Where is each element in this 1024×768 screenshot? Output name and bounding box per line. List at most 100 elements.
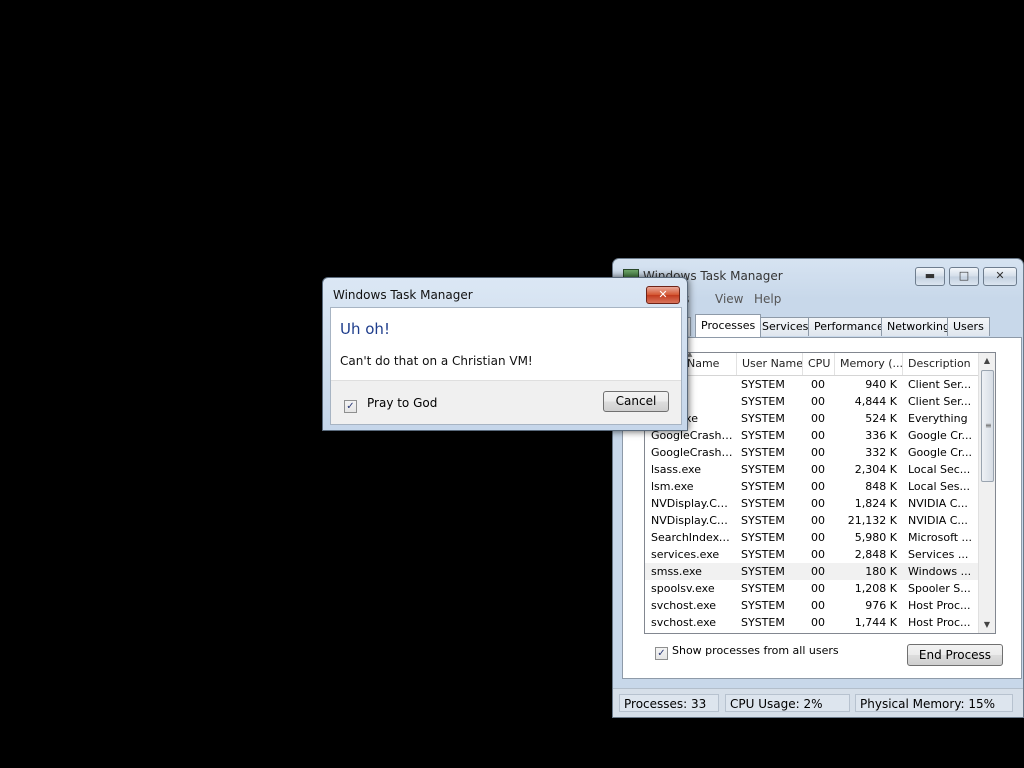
table-row[interactable]: exeSYSTEM004,844 KClient Ser... — [645, 393, 979, 410]
cell-desc: NVIDIA C... — [908, 497, 968, 510]
tab-performance[interactable]: Performance — [808, 317, 890, 336]
cell-image: services.exe — [651, 548, 720, 561]
cell-desc: Everything — [908, 412, 968, 425]
cell-user: SYSTEM — [741, 548, 785, 561]
cell-mem: 332 K — [865, 446, 897, 459]
pray-to-god-checkbox[interactable]: ✓ Pray to God — [344, 396, 437, 413]
cell-image: SearchIndexe... — [651, 531, 733, 544]
cell-user: SYSTEM — [741, 514, 785, 527]
cell-user: SYSTEM — [741, 378, 785, 391]
maximize-icon: □ — [958, 269, 970, 282]
cell-desc: Spooler S... — [908, 582, 971, 595]
cell-image: NVDisplay.Co... — [651, 514, 733, 527]
cell-cpu: 00 — [811, 463, 825, 476]
menu-view[interactable]: View — [715, 292, 743, 306]
tab-processes[interactable]: Processes — [695, 314, 762, 337]
cell-desc: Local Sec... — [908, 463, 971, 476]
dialog-message: Can't do that on a Christian VM! — [340, 354, 533, 368]
table-row[interactable]: lsass.exe SYSTEM 00 2,304 K Local Sec... — [645, 461, 979, 478]
cell-user: SYSTEM — [741, 395, 785, 408]
maximize-button[interactable]: □ — [949, 267, 979, 286]
table-row[interactable]: lsm.exe SYSTEM 00 848 K Local Ses... — [645, 478, 979, 495]
menu-help[interactable]: Help — [754, 292, 781, 306]
cell-mem: 21,132 K — [847, 514, 897, 527]
cell-user: SYSTEM — [741, 497, 785, 510]
table-row[interactable]: services.exe SYSTEM 00 2,848 K Services ... — [645, 546, 979, 563]
cell-desc: Windows ... — [908, 565, 972, 578]
table-row[interactable]: svchost.exe SYSTEM 00 1,744 K Host Proc... — [645, 614, 979, 631]
tab-users[interactable]: Users — [947, 317, 990, 336]
cell-desc: Microsoft ... — [908, 531, 973, 544]
cell-desc: Services ... — [908, 548, 969, 561]
tab-services[interactable]: Services — [756, 317, 815, 336]
cell-cpu: 00 — [811, 616, 825, 629]
show-all-users-label: Show processes from all users — [672, 644, 839, 657]
scroll-up-arrow-icon[interactable]: ▲ — [979, 353, 995, 369]
table-row[interactable]: SearchIndexe... SYSTEM 00 5,980 K Microsoft … — [645, 529, 979, 546]
cell-user: SYSTEM — [741, 616, 785, 629]
alert-dialog: Windows Task Manager ✕ Uh oh! Can't do t… — [322, 277, 688, 431]
cell-user: SYSTEM — [741, 531, 785, 544]
pray-to-god-label: Pray to God — [367, 396, 438, 410]
column-memory[interactable]: Memory (... — [835, 353, 903, 375]
checkbox-checked-icon: ✓ — [655, 647, 668, 660]
column-cpu[interactable]: CPU — [803, 353, 835, 375]
cell-image: smss.exe — [651, 565, 702, 578]
cell-mem: 1,824 K — [854, 497, 897, 510]
cell-user: SYSTEM — [741, 463, 785, 476]
cell-cpu: 00 — [811, 497, 825, 510]
end-process-button[interactable]: End Process — [907, 644, 1003, 666]
table-row[interactable]: smss.exe SYSTEM 00 180 K Windows ... — [645, 563, 979, 580]
cell-user: SYSTEM — [741, 599, 785, 612]
show-all-users-checkbox[interactable]: ✓ Show processes from all users — [655, 644, 839, 660]
cell-image: lsm.exe — [651, 480, 694, 493]
process-list[interactable]: Name User Name CPU Memory (... Descripti… — [644, 352, 996, 634]
dialog-footer: ✓ Pray to God Cancel — [331, 380, 681, 424]
cell-cpu: 00 — [811, 429, 825, 442]
cell-image: NVDisplay.Co... — [651, 497, 733, 510]
status-bar: Processes: 33 CPU Usage: 2% Physical Mem… — [613, 688, 1023, 717]
table-row[interactable]: ning.exeSYSTEM00524 KEverything — [645, 410, 979, 427]
dialog-body: Uh oh! Can't do that on a Christian VM! … — [330, 307, 682, 425]
cell-cpu: 00 — [811, 412, 825, 425]
cell-desc: Google Cr... — [908, 446, 972, 459]
cell-mem: 4,844 K — [854, 395, 897, 408]
scroll-down-arrow-icon[interactable]: ▼ — [979, 617, 995, 633]
cell-cpu: 00 — [811, 514, 825, 527]
cell-mem: 2,848 K — [854, 548, 897, 561]
table-row[interactable]: spoolsv.exe SYSTEM 00 1,208 K Spooler S... — [645, 580, 979, 597]
column-description[interactable]: Description — [903, 353, 979, 375]
table-row[interactable]: svchost.exe SYSTEM 00 976 K Host Proc... — [645, 597, 979, 614]
tab-networking[interactable]: Networking — [881, 317, 956, 336]
table-row[interactable]: GoogleCrashH... SYSTEM 00 332 K Google Cr... — [645, 444, 979, 461]
cell-image: svchost.exe — [651, 616, 717, 629]
table-row[interactable]: exeSYSTEM00940 KClient Ser... — [645, 376, 979, 393]
dialog-title: Windows Task Manager — [333, 288, 473, 302]
cell-desc: Local Ses... — [908, 480, 970, 493]
status-cpu-usage: CPU Usage: 2% — [725, 694, 850, 712]
minimize-button[interactable]: ▬ — [915, 267, 945, 286]
cell-mem: 336 K — [865, 429, 897, 442]
cancel-button[interactable]: Cancel — [603, 391, 669, 412]
vertical-scrollbar[interactable]: ▲ ≡ ▼ — [978, 353, 995, 633]
column-user-name[interactable]: User Name — [737, 353, 803, 375]
cell-mem: 524 K — [865, 412, 897, 425]
cell-user: SYSTEM — [741, 446, 785, 459]
cell-desc: Host Proc... — [908, 616, 971, 629]
cell-image: lsass.exe — [651, 463, 701, 476]
cell-user: SYSTEM — [741, 582, 785, 595]
table-row[interactable]: GoogleCrashH... SYSTEM 00 336 K Google Cr... — [645, 427, 979, 444]
cell-mem: 976 K — [865, 599, 897, 612]
close-button[interactable]: ✕ — [983, 267, 1017, 286]
table-row[interactable]: NVDisplay.Co... SYSTEM 00 21,132 K NVIDIA C.… — [645, 512, 979, 529]
scroll-thumb[interactable]: ≡ — [981, 370, 994, 482]
cell-image: GoogleCrashH... — [651, 446, 733, 459]
table-row[interactable]: NVDisplay.Co... SYSTEM 00 1,824 K NVIDIA C..… — [645, 495, 979, 512]
cell-desc: Client Ser... — [908, 395, 972, 408]
close-icon: ✕ — [658, 288, 668, 301]
cell-desc: Google Cr... — [908, 429, 972, 442]
cell-cpu: 00 — [811, 446, 825, 459]
dialog-close-button[interactable]: ✕ — [646, 286, 680, 304]
grip-icon: ≡ — [985, 421, 992, 430]
cell-image: spoolsv.exe — [651, 582, 715, 595]
